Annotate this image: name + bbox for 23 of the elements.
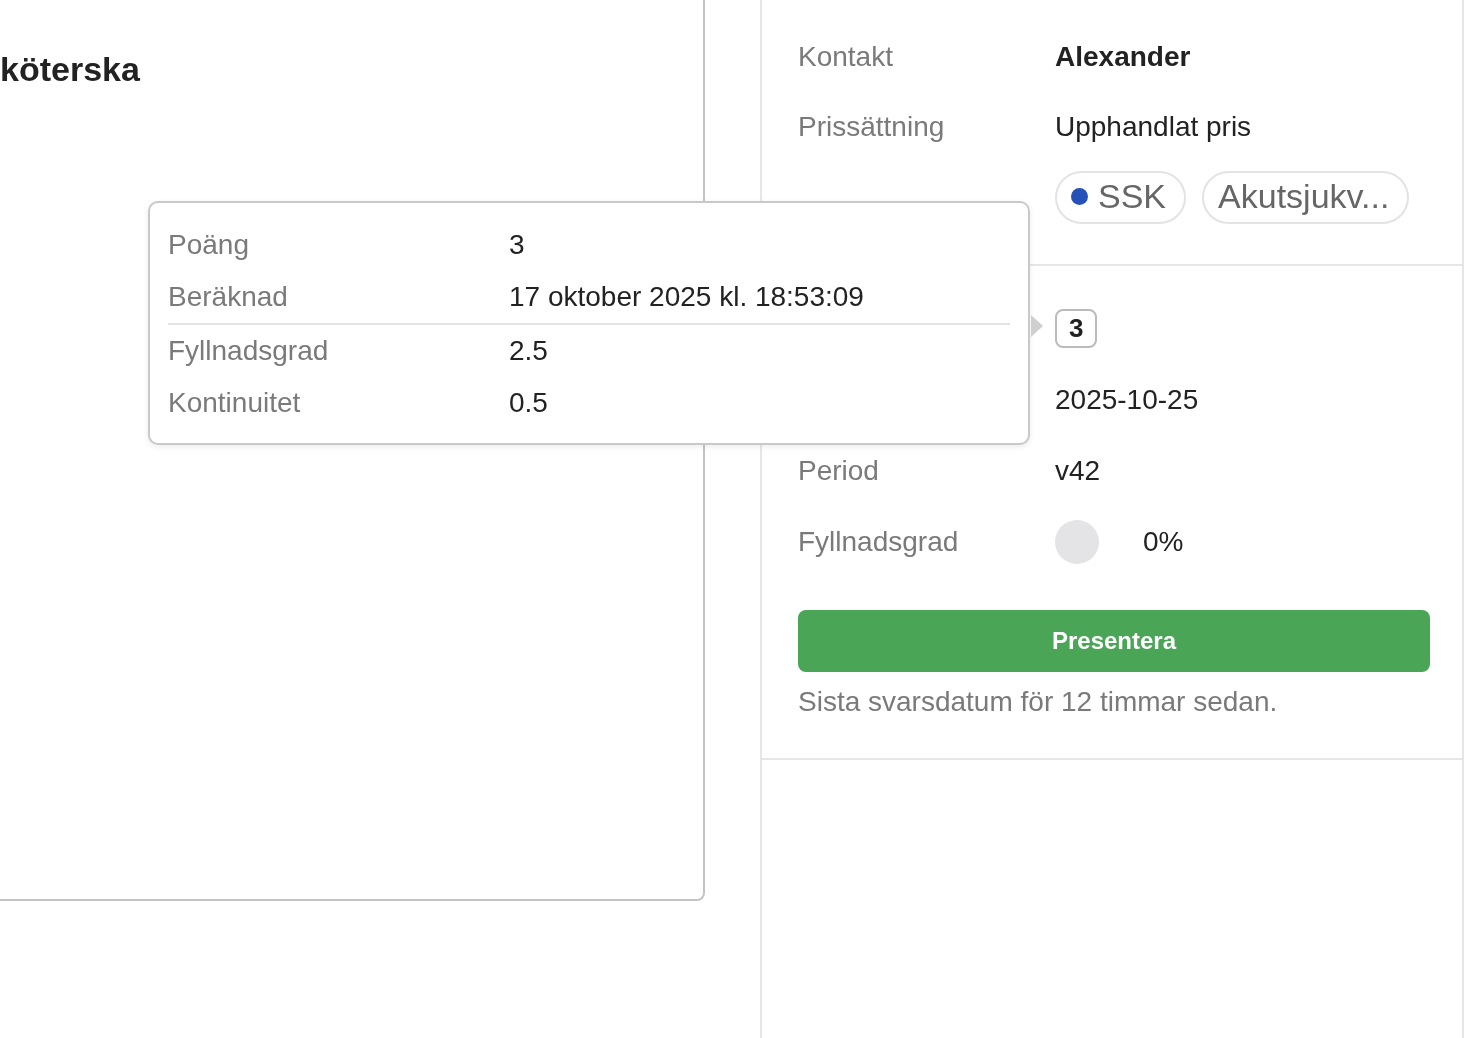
- detail-label: Prissättning: [798, 111, 946, 143]
- detail-value: Alexander: [1055, 41, 1191, 73]
- page-title: köterska: [0, 49, 140, 89]
- detail-label: Period: [798, 454, 880, 487]
- competence-tag: SSK: [1055, 170, 1187, 224]
- detail-label: Kontakt: [798, 41, 894, 73]
- competence-tag: Akutsjukv...: [1202, 170, 1410, 224]
- fill-percentage: 0%: [1143, 525, 1184, 558]
- detail-label: Fyllnadsgrad: [798, 525, 960, 558]
- tooltip-value: 17 oktober 2025 kl. 18:53:09: [509, 281, 864, 313]
- tooltip-label: Beräknad: [168, 281, 289, 313]
- score-badge: 3: [1055, 309, 1098, 348]
- tooltip-label: Kontinuitet: [168, 387, 302, 419]
- detail-value: Upphandlat pris: [1055, 111, 1252, 143]
- detail-value: 2025-10-25: [1055, 383, 1199, 416]
- tooltip-value: 3: [509, 229, 525, 261]
- tooltip-value: 2.5: [509, 335, 548, 367]
- tooltip-label: Poäng: [168, 229, 250, 261]
- deadline-note: Sista svarsdatum för 12 timmar sedan.: [798, 686, 1279, 718]
- detail-value: v42: [1055, 454, 1101, 487]
- tooltip-label: Fyllnadsgrad: [168, 335, 330, 367]
- present-button[interactable]: Presentera: [798, 610, 1430, 672]
- tooltip-value: 0.5: [509, 387, 548, 419]
